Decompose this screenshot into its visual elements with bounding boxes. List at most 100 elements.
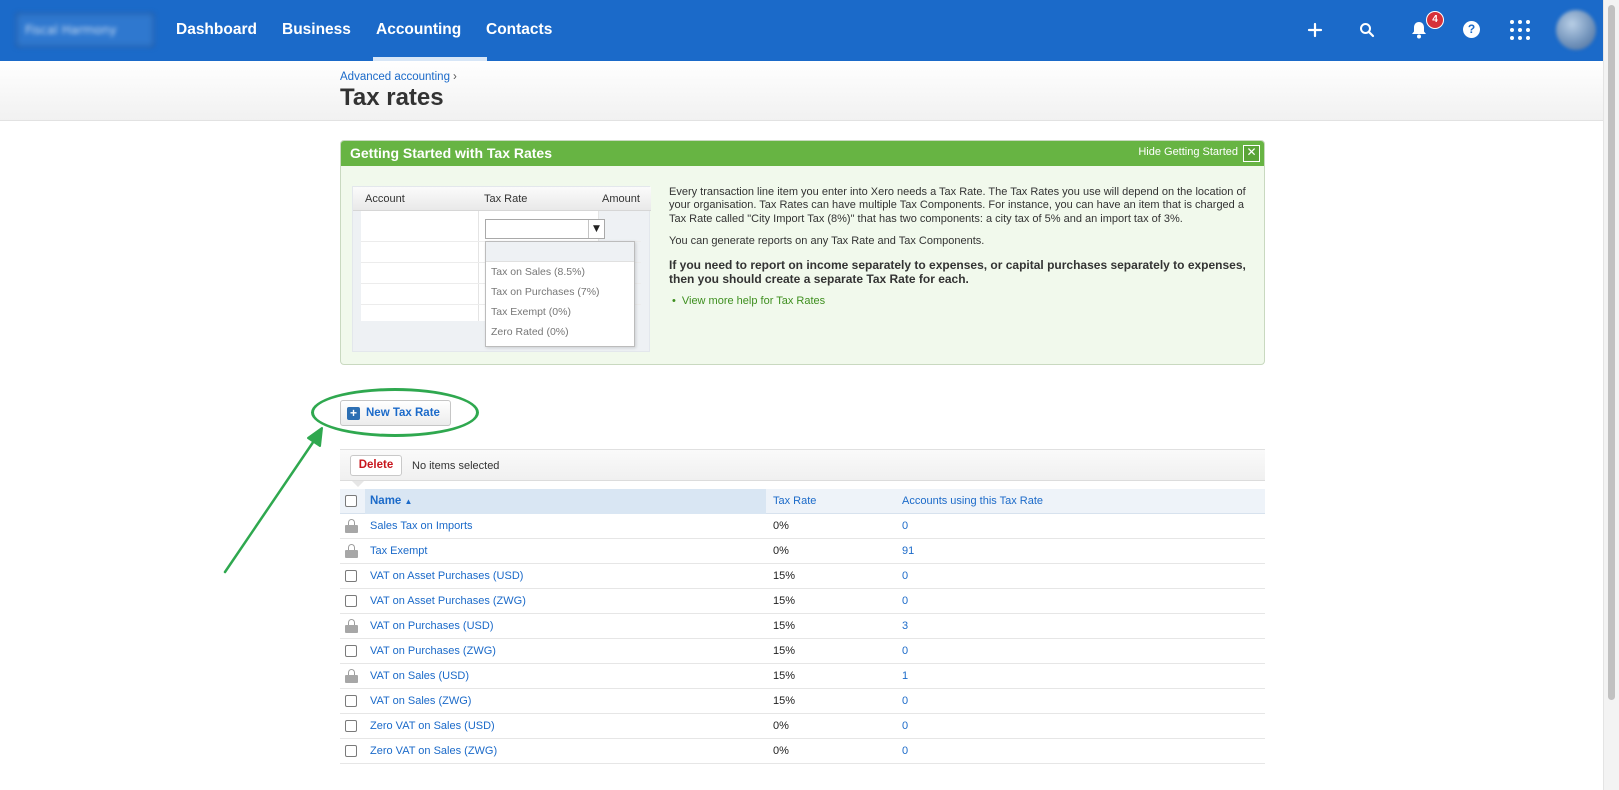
hide-getting-started-link[interactable]: Hide Getting Started bbox=[1138, 146, 1238, 158]
new-tax-rate-label: New Tax Rate bbox=[366, 407, 440, 419]
avatar[interactable] bbox=[1556, 10, 1596, 50]
demo-col-tax-rate: Tax Rate bbox=[484, 193, 528, 205]
breadcrumb-separator: › bbox=[452, 71, 457, 83]
tax-rate-name-link[interactable]: Sales Tax on Imports bbox=[370, 520, 473, 532]
row-checkbox[interactable] bbox=[345, 595, 357, 607]
getting-started-panel: Getting Started with Tax Rates Hide Gett… bbox=[340, 140, 1265, 365]
gs-paragraph-intro: Every transaction line item you enter in… bbox=[669, 186, 1246, 225]
bullet-icon: • bbox=[672, 294, 676, 307]
getting-started-header: Getting Started with Tax Rates Hide Gett… bbox=[341, 141, 1264, 166]
demo-option: Zero Rated (0%) bbox=[491, 326, 569, 338]
accounts-count-link[interactable]: 0 bbox=[902, 645, 908, 657]
tax-rate-value: 15% bbox=[773, 620, 796, 632]
tax-rate-name-link[interactable]: VAT on Asset Purchases (ZWG) bbox=[370, 595, 526, 607]
tax-rate-name-link[interactable]: VAT on Sales (ZWG) bbox=[370, 695, 471, 707]
demo-tax-rate-select: ▼ bbox=[485, 219, 605, 239]
new-tax-rate-button[interactable]: + New Tax Rate bbox=[340, 400, 451, 426]
nav-business[interactable]: Business bbox=[282, 0, 351, 61]
table-row[interactable]: Sales Tax on Imports 0% 0 bbox=[340, 514, 1265, 539]
accounts-count-link[interactable]: 0 bbox=[902, 745, 908, 757]
accounts-count-link[interactable]: 0 bbox=[902, 695, 908, 707]
accounts-count-link[interactable]: 3 bbox=[902, 620, 908, 632]
nav-accounting[interactable]: Accounting bbox=[376, 0, 461, 61]
annotation-arrow-icon bbox=[223, 427, 323, 574]
demo-option: Tax Exempt (0%) bbox=[491, 306, 571, 318]
search-icon[interactable] bbox=[1353, 16, 1381, 44]
tax-rate-value: 15% bbox=[773, 645, 796, 657]
page-scrollbar[interactable] bbox=[1603, 0, 1619, 790]
tax-rate-value: 15% bbox=[773, 595, 796, 607]
table-header-row: Name ▲ Tax Rate Accounts using this Tax … bbox=[340, 489, 1265, 514]
demo-option: Tax on Purchases (7%) bbox=[491, 286, 600, 298]
tax-rate-name-link[interactable]: Zero VAT on Sales (ZWG) bbox=[370, 745, 497, 757]
demo-option: Tax on Sales (8.5%) bbox=[491, 266, 585, 278]
row-checkbox[interactable] bbox=[345, 570, 357, 582]
accounts-count-link[interactable]: 0 bbox=[902, 595, 908, 607]
plus-icon: + bbox=[347, 407, 360, 420]
column-header-name[interactable]: Name ▲ bbox=[370, 495, 412, 507]
row-checkbox[interactable] bbox=[345, 645, 357, 657]
lock-icon bbox=[345, 544, 358, 558]
lock-icon bbox=[345, 619, 358, 633]
row-checkbox[interactable] bbox=[345, 720, 357, 732]
row-checkbox[interactable] bbox=[345, 745, 357, 757]
table-toolbar: Delete No items selected bbox=[340, 449, 1265, 487]
accounts-count-link[interactable]: 0 bbox=[902, 520, 908, 532]
table-row[interactable]: VAT on Sales (ZWG) 15% 0 bbox=[340, 689, 1265, 714]
tax-rate-value: 15% bbox=[773, 670, 796, 682]
help-icon[interactable]: ? bbox=[1463, 21, 1480, 38]
tax-rates-table: Name ▲ Tax Rate Accounts using this Tax … bbox=[340, 489, 1265, 764]
lock-icon bbox=[345, 519, 358, 533]
tax-rate-value: 15% bbox=[773, 570, 796, 582]
tax-rate-value: 0% bbox=[773, 520, 789, 532]
tax-rate-name-link[interactable]: Tax Exempt bbox=[370, 545, 427, 557]
column-header-accounts[interactable]: Accounts using this Tax Rate bbox=[902, 495, 1043, 507]
accounts-count-link[interactable]: 0 bbox=[902, 720, 908, 732]
breadcrumb-advanced-accounting[interactable]: Advanced accounting bbox=[340, 71, 450, 83]
lock-icon bbox=[345, 669, 358, 683]
notification-badge: 4 bbox=[1426, 11, 1444, 29]
plus-icon[interactable] bbox=[1301, 16, 1329, 44]
org-switcher[interactable]: Fiscal Harmony bbox=[15, 12, 155, 48]
gs-paragraph-advice: If you need to report on income separate… bbox=[669, 257, 1246, 286]
table-row[interactable]: VAT on Purchases (ZWG) 15% 0 bbox=[340, 639, 1265, 664]
tax-rate-name-link[interactable]: VAT on Purchases (USD) bbox=[370, 620, 494, 632]
accounts-count-link[interactable]: 1 bbox=[902, 670, 908, 682]
tax-rate-value: 15% bbox=[773, 695, 796, 707]
top-nav-bar: Fiscal Harmony Dashboard Business Accoun… bbox=[0, 0, 1619, 61]
help-link[interactable]: View more help for Tax Rates bbox=[682, 295, 825, 307]
table-row[interactable]: Tax Exempt 0% 91 bbox=[340, 539, 1265, 564]
apps-grid-icon[interactable] bbox=[1510, 20, 1530, 40]
select-all-checkbox[interactable] bbox=[345, 495, 357, 507]
tax-rate-name-link[interactable]: Zero VAT on Sales (USD) bbox=[370, 720, 495, 732]
table-row[interactable]: VAT on Asset Purchases (USD) 15% 0 bbox=[340, 564, 1265, 589]
table-row[interactable]: VAT on Sales (USD) 15% 1 bbox=[340, 664, 1265, 689]
demo-col-amount: Amount bbox=[602, 193, 640, 205]
tax-rate-name-link[interactable]: VAT on Purchases (ZWG) bbox=[370, 645, 496, 657]
tax-rate-value: 0% bbox=[773, 545, 789, 557]
tax-rate-value: 0% bbox=[773, 720, 789, 732]
close-icon[interactable]: ✕ bbox=[1243, 145, 1260, 162]
page-header bbox=[0, 61, 1619, 121]
table-body: Sales Tax on Imports 0% 0 Tax Exempt 0% 91 VAT… bbox=[340, 514, 1265, 764]
column-header-tax-rate[interactable]: Tax Rate bbox=[773, 495, 816, 507]
nav-dashboard[interactable]: Dashboard bbox=[176, 0, 257, 61]
accounts-count-link[interactable]: 91 bbox=[902, 545, 914, 557]
scrollbar-thumb[interactable] bbox=[1608, 5, 1615, 700]
tax-rate-demo-illustration: Account Tax Rate Amount ▼ Tax on Sales (… bbox=[352, 186, 651, 352]
tax-rate-name-link[interactable]: VAT on Asset Purchases (USD) bbox=[370, 570, 523, 582]
tax-rate-value: 0% bbox=[773, 745, 789, 757]
breadcrumb: Advanced accounting › bbox=[340, 71, 457, 83]
table-row[interactable]: Zero VAT on Sales (USD) 0% 0 bbox=[340, 714, 1265, 739]
gs-paragraph-reports: You can generate reports on any Tax Rate… bbox=[669, 235, 985, 248]
delete-button[interactable]: Delete bbox=[350, 455, 402, 476]
tax-rate-name-link[interactable]: VAT on Sales (USD) bbox=[370, 670, 469, 682]
table-row[interactable]: Zero VAT on Sales (ZWG) 0% 0 bbox=[340, 739, 1265, 764]
row-checkbox[interactable] bbox=[345, 695, 357, 707]
table-row[interactable]: VAT on Purchases (USD) 15% 3 bbox=[340, 614, 1265, 639]
getting-started-text: Every transaction line item you enter in… bbox=[669, 186, 1249, 317]
nav-contacts[interactable]: Contacts bbox=[486, 0, 552, 61]
accounts-count-link[interactable]: 0 bbox=[902, 570, 908, 582]
demo-tax-rate-options: Tax on Sales (8.5%) Tax on Purchases (7%… bbox=[485, 241, 635, 347]
table-row[interactable]: VAT on Asset Purchases (ZWG) 15% 0 bbox=[340, 589, 1265, 614]
